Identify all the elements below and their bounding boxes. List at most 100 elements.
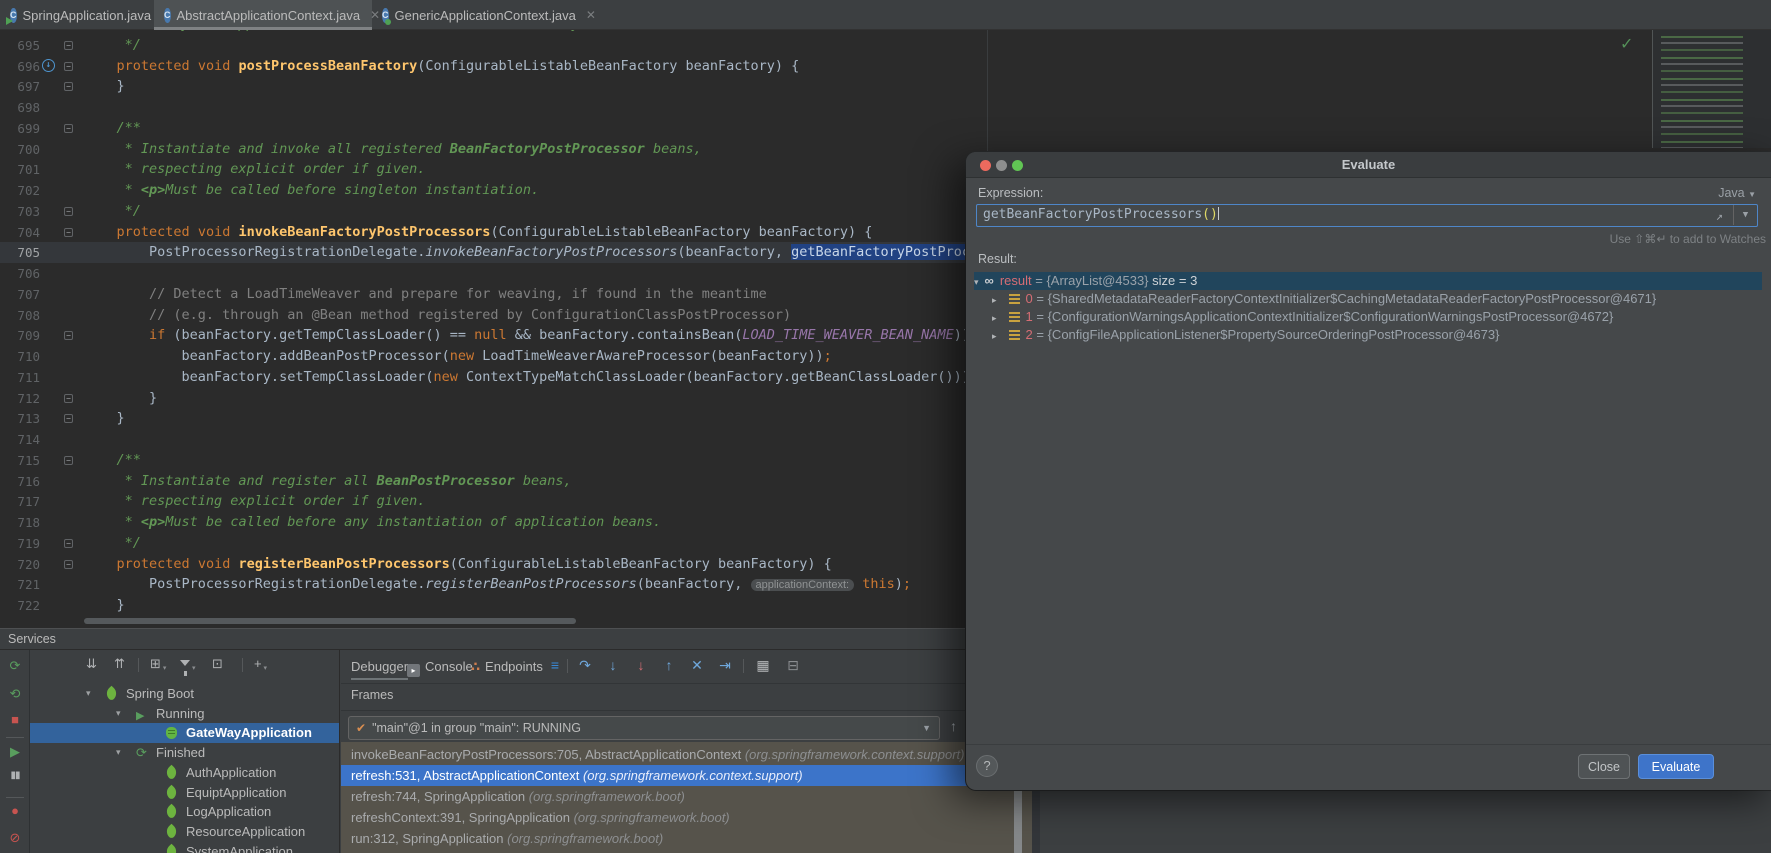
services-tree-row[interactable]: GateWayApplication <box>30 723 340 743</box>
fold-marker-icon[interactable]: − <box>64 414 73 423</box>
pause-icon[interactable]: ▮▮ <box>0 770 30 781</box>
result-child-row[interactable]: ▸0 = {SharedMetadataReaderFactoryContext… <box>992 290 1762 308</box>
fold-marker-icon[interactable]: − <box>64 394 73 403</box>
chevron-down-icon[interactable]: ▾ <box>116 704 121 724</box>
fold-marker-icon[interactable]: − <box>64 41 73 50</box>
editor-tab[interactable]: CSpringApplication.java✕ <box>0 0 154 30</box>
line-number[interactable]: 707 <box>0 284 40 305</box>
chevron-down-icon[interactable]: ▼ <box>922 717 931 739</box>
line-number[interactable]: 712 <box>0 388 40 409</box>
line-number[interactable]: 701 <box>0 159 40 180</box>
inspections-ok-icon[interactable]: ✓ <box>1620 34 1633 54</box>
line-number[interactable]: 696 <box>0 56 40 77</box>
services-tree-row[interactable]: AuthApplication <box>30 763 340 783</box>
step-over-icon[interactable]: ↷ <box>575 657 595 674</box>
result-root-row[interactable]: ▾∞result = {ArrayList@4533} size = 3 <box>974 272 1762 290</box>
tab-debugger[interactable]: Debugger <box>351 650 408 683</box>
overrides-method-icon[interactable]: ↓ <box>42 59 55 72</box>
line-number[interactable]: 721 <box>0 574 40 595</box>
fold-marker-icon[interactable]: − <box>64 539 73 548</box>
frames-list[interactable]: invokeBeanFactoryPostProcessors:705, Abs… <box>341 742 1032 853</box>
step-into-icon[interactable]: ↓ <box>603 657 623 673</box>
expression-history-dropdown[interactable]: ▼ <box>1733 205 1757 225</box>
services-tree-row[interactable]: ▾⟳Finished <box>30 743 340 763</box>
line-number[interactable]: 702 <box>0 180 40 201</box>
line-number[interactable]: 708 <box>0 305 40 326</box>
chevron-down-icon[interactable]: ▾ <box>86 684 91 704</box>
result-child-row[interactable]: ▸1 = {ConfigurationWarningsApplicationCo… <box>992 308 1762 326</box>
chevron-right-icon[interactable]: ▸ <box>992 313 997 323</box>
services-tree-row[interactable]: ResourceApplication <box>30 822 340 842</box>
resume-icon[interactable]: ▶ <box>0 744 30 760</box>
chevron-right-icon[interactable]: ▸ <box>992 331 997 341</box>
stack-frame-row[interactable]: refresh:531, AbstractApplicationContext … <box>341 765 1032 786</box>
fold-marker-icon[interactable]: − <box>64 207 73 216</box>
line-number[interactable]: 703 <box>0 201 40 222</box>
editor-tab[interactable]: CAbstractApplicationContext.java✕ <box>154 0 372 30</box>
line-number[interactable]: 714 <box>0 429 40 450</box>
line-number[interactable]: 698 <box>0 97 40 118</box>
services-tree-row[interactable]: EquiptApplication <box>30 783 340 803</box>
line-number[interactable]: 715 <box>0 450 40 471</box>
view-breakpoints-icon[interactable]: ● <box>0 803 30 818</box>
chevron-down-icon[interactable]: ▾ <box>116 743 121 763</box>
line-number[interactable]: 713 <box>0 408 40 429</box>
close-window-icon[interactable] <box>980 160 991 171</box>
step-out-icon[interactable]: ↑ <box>659 657 679 673</box>
evaluate-expression-icon[interactable]: ▦ <box>753 657 773 674</box>
minimize-window-icon[interactable] <box>996 160 1007 171</box>
line-number[interactable]: 706 <box>0 263 40 284</box>
line-number[interactable]: 711 <box>0 367 40 388</box>
add-service-icon[interactable]: + ▾ <box>254 656 267 672</box>
mute-breakpoints-icon[interactable]: ⊘ <box>0 830 30 846</box>
line-number[interactable]: 722 <box>0 595 40 616</box>
services-tree-row[interactable]: ▾Spring Boot <box>30 684 340 704</box>
line-number[interactable]: 719 <box>0 533 40 554</box>
editor-tab[interactable]: CGenericApplicationContext.java✕ <box>372 0 590 30</box>
fold-marker-icon[interactable]: − <box>64 228 73 237</box>
line-number[interactable]: 695 <box>0 35 40 56</box>
close-button[interactable]: Close <box>1578 754 1630 779</box>
fold-marker-icon[interactable]: − <box>64 331 73 340</box>
line-number[interactable]: 705 <box>0 242 40 263</box>
stack-frame-row[interactable]: invokeBeanFactoryPostProcessors:705, Abs… <box>341 744 1032 765</box>
zoom-window-icon[interactable] <box>1012 160 1023 171</box>
tab-endpoints[interactable]: ∴Endpoints <box>471 650 543 683</box>
help-button[interactable]: ? <box>976 755 998 777</box>
close-icon[interactable]: ✕ <box>586 8 596 22</box>
stack-frame-row[interactable]: run:312, SpringApplication (org.springfr… <box>341 828 1032 849</box>
line-number[interactable]: 710 <box>0 346 40 367</box>
line-number[interactable]: 709 <box>0 325 40 346</box>
chevron-down-icon[interactable]: ▾ <box>974 277 979 287</box>
drop-frame-icon[interactable]: ✕ <box>687 657 707 674</box>
line-number[interactable]: 718 <box>0 512 40 533</box>
collapse-all-icon[interactable]: ⇈ <box>114 656 125 672</box>
stack-frame-row[interactable]: run:140, SpringApplicationBuilder (org.s… <box>341 849 1032 853</box>
tab-console[interactable]: ▸Console <box>407 650 473 683</box>
chevron-right-icon[interactable]: ▸ <box>992 295 997 305</box>
rerun-debug-icon[interactable]: ⟲ <box>0 686 30 702</box>
top-frame-icon[interactable]: ↑ <box>950 718 957 734</box>
expand-editor-icon[interactable]: ↗ <box>1716 206 1723 226</box>
fold-marker-icon[interactable]: − <box>64 560 73 569</box>
stop-icon[interactable]: ■ <box>0 712 30 727</box>
line-number[interactable]: 716 <box>0 471 40 492</box>
fold-marker-icon[interactable]: − <box>64 82 73 91</box>
line-number[interactable]: 704 <box>0 222 40 243</box>
line-number[interactable]: 717 <box>0 491 40 512</box>
group-by-icon[interactable]: ⊞ ▾ <box>150 656 166 672</box>
thread-selector[interactable]: ✔"main"@1 in group "main": RUNNING ▼ <box>348 716 940 740</box>
force-step-into-icon[interactable]: ↓ <box>631 657 651 673</box>
line-number[interactable]: 700 <box>0 139 40 160</box>
editor-horizontal-scrollbar[interactable] <box>84 618 576 624</box>
stack-frame-row[interactable]: refresh:744, SpringApplication (org.spri… <box>341 786 1032 807</box>
fold-marker-icon[interactable]: − <box>64 456 73 465</box>
line-number[interactable]: 697 <box>0 76 40 97</box>
layout-settings-icon[interactable]: ⊟ <box>783 657 803 674</box>
fold-marker-icon[interactable]: − <box>64 62 73 71</box>
line-number[interactable]: 720 <box>0 554 40 575</box>
result-child-row[interactable]: ▸2 = {ConfigFileApplicationListener$Prop… <box>992 326 1762 344</box>
open-in-new-window-icon[interactable]: ⊡ <box>212 656 223 672</box>
services-tree-row[interactable]: LogApplication <box>30 802 340 822</box>
services-tree-row[interactable]: ▾▶Running <box>30 704 340 724</box>
